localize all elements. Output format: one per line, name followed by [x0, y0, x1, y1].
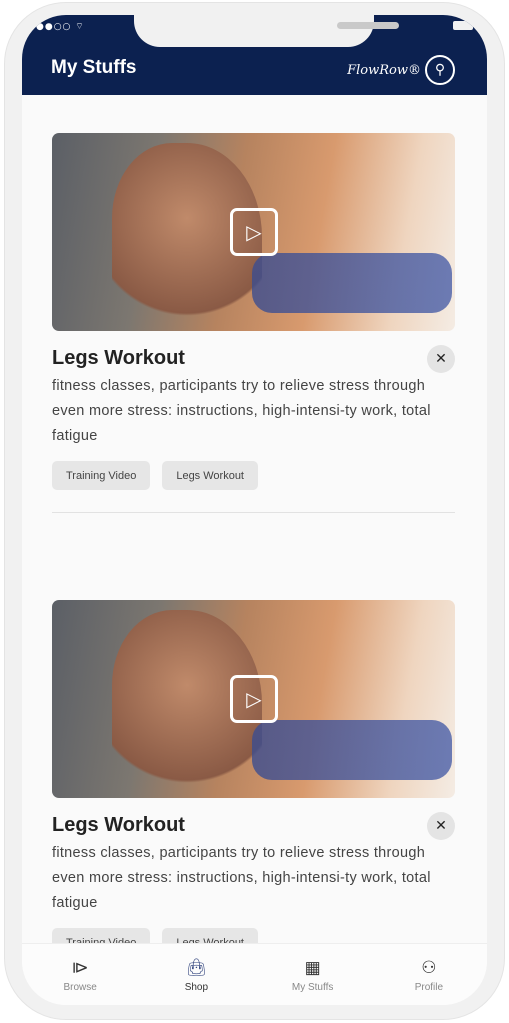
signal-status: ●●○○ ⌔: [36, 21, 85, 32]
nav-label: Profile: [414, 982, 444, 993]
nav-my-stuffs[interactable]: ▦ My Stuffs: [255, 944, 371, 1005]
logo-text: FlowRow®: [347, 62, 421, 78]
device-notch: [134, 15, 399, 47]
nav-browse[interactable]: ⧐ Browse: [22, 944, 138, 1005]
shopping-bag-icon: 👜︎: [185, 958, 208, 977]
speaker: [337, 22, 399, 29]
rower-logo-icon: ⚲: [425, 55, 455, 85]
bottom-nav: ⧐ Browse 👜︎ Shop ▦ My Stuffs ⚇ Profile: [22, 943, 487, 1005]
nav-label: My Stuffs: [291, 982, 334, 993]
remove-button[interactable]: ✕: [427, 345, 455, 373]
app-screen: ●●○○ ⌔ My Stuffs FlowRow® ⚲ ▷ ✕ Legs Work…: [22, 15, 487, 1005]
play-icon[interactable]: ▷: [230, 208, 278, 256]
card-description: fitness classes, participants try to rel…: [52, 845, 431, 911]
card-description: fitness classes, participants try to rel…: [52, 378, 431, 444]
wifi-icon: ⌔: [75, 22, 85, 32]
card-title: Legs Workout: [52, 814, 185, 836]
battery-icon: [453, 21, 473, 30]
card-title: Legs Workout: [52, 347, 185, 369]
play-square-icon: ⧐: [71, 958, 89, 977]
video-thumbnail[interactable]: ▷: [52, 600, 455, 798]
nav-label: Browse: [63, 982, 97, 993]
dashboard-icon: ▦: [304, 958, 321, 977]
nav-label: Shop: [184, 982, 209, 993]
page-title: My Stuffs: [51, 57, 137, 78]
tag[interactable]: Training Video: [52, 461, 151, 490]
play-icon[interactable]: ▷: [230, 675, 278, 723]
nav-profile[interactable]: ⚇ Profile: [371, 944, 487, 1005]
user-icon: ⚇: [421, 958, 437, 977]
tag[interactable]: Legs Workout: [162, 461, 258, 490]
divider: [52, 512, 455, 513]
video-card: ▷ ✕ Legs Workout fitness classes, partic…: [52, 600, 455, 957]
video-thumbnail[interactable]: ▷: [52, 133, 455, 331]
video-card: ▷ ✕ Legs Workout fitness classes, partic…: [52, 133, 455, 490]
nav-shop[interactable]: 👜︎ Shop: [138, 944, 254, 1005]
signal-dots: ●●○○: [36, 22, 72, 32]
brand-logo: FlowRow® ⚲: [347, 55, 455, 85]
remove-button[interactable]: ✕: [427, 812, 455, 840]
